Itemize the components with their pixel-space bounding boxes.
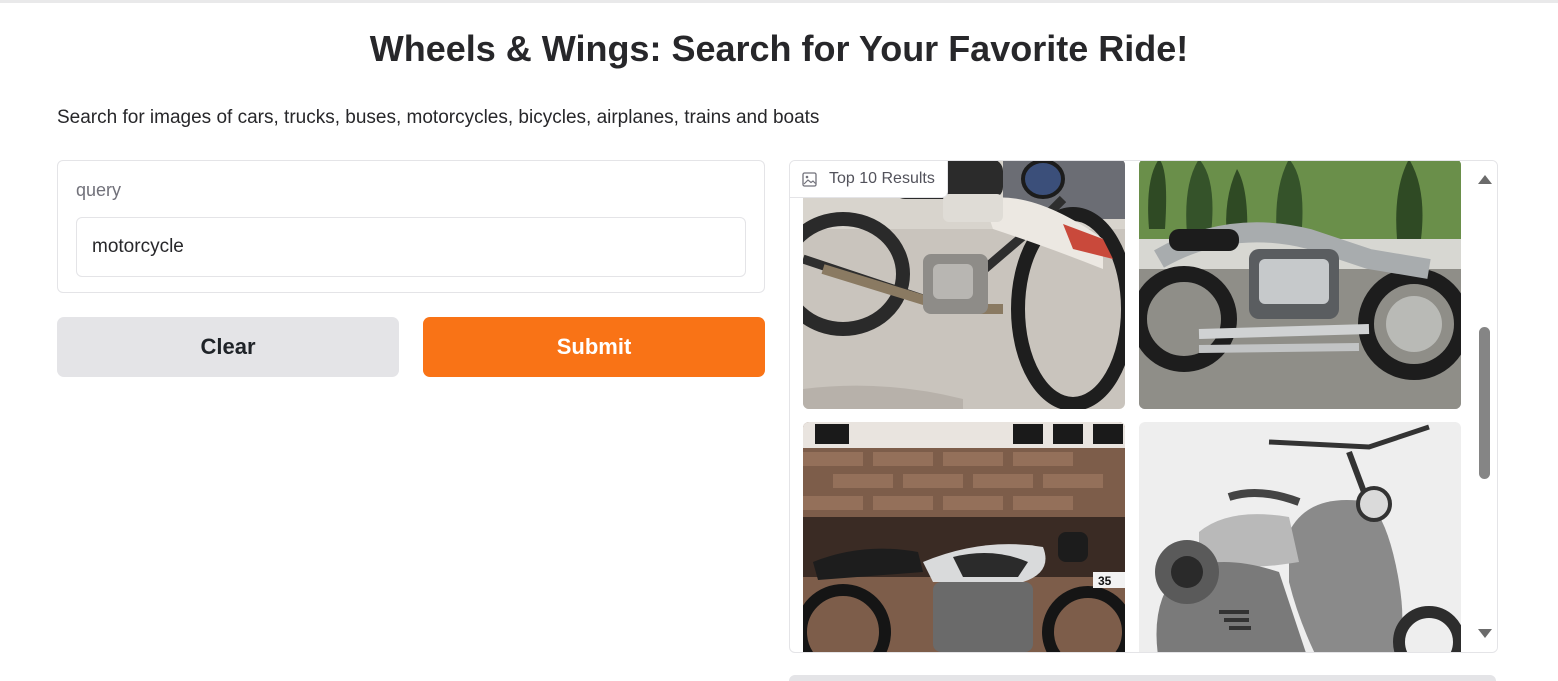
gallery-scrollbar[interactable] — [1473, 161, 1497, 652]
clear-button[interactable]: Clear — [57, 317, 399, 377]
query-panel: query — [57, 160, 765, 293]
svg-text:35: 35 — [1098, 574, 1112, 588]
submit-button[interactable]: Submit — [423, 317, 765, 377]
result-image-4[interactable] — [1139, 422, 1461, 652]
page-title: Wheels & Wings: Search for Your Favorite… — [369, 28, 1189, 69]
gallery-label-text: Top 10 Results — [829, 170, 935, 187]
result-image-2[interactable] — [1139, 161, 1461, 409]
result-image-3[interactable]: 35 — [803, 422, 1125, 652]
next-panel-edge — [789, 675, 1496, 681]
scrollbar-thumb[interactable] — [1479, 327, 1490, 479]
gallery-label: Top 10 Results — [790, 161, 948, 198]
image-icon — [802, 171, 817, 187]
scroll-up-arrow-icon[interactable] — [1478, 175, 1492, 184]
results-gallery: Top 10 Results 35 — [789, 160, 1498, 653]
scroll-down-arrow-icon[interactable] — [1478, 629, 1492, 638]
page-description: Search for images of cars, trucks, buses… — [57, 107, 820, 128]
top-border — [0, 0, 1558, 3]
query-label: query — [76, 180, 122, 200]
query-input[interactable] — [76, 217, 746, 277]
